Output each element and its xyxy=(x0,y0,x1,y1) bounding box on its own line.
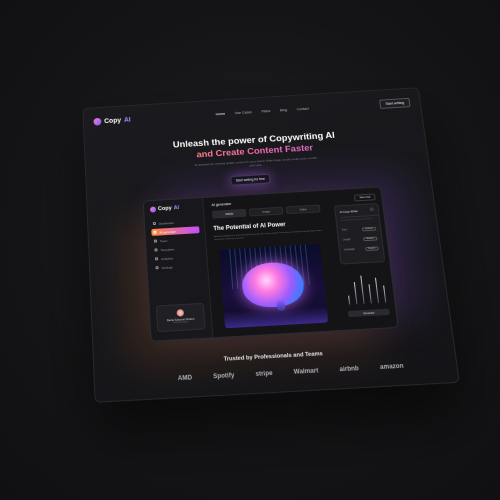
new-chat-button[interactable]: New chat xyxy=(354,193,376,201)
option-label: Length xyxy=(343,238,351,241)
stage: Copy AI Home Use Cases Plans Blog Contac… xyxy=(0,0,500,500)
app-brand-logo[interactable]: Copy AI xyxy=(150,205,179,212)
tab-video[interactable]: Video xyxy=(286,205,321,215)
logo-amazon: amazon xyxy=(380,363,404,371)
nav-link-blog[interactable]: Blog xyxy=(280,108,287,112)
mini-bar-chart xyxy=(346,274,386,305)
chart-bar xyxy=(369,285,372,304)
chart-bar xyxy=(383,285,386,302)
sidebar-item-label: Templates xyxy=(160,247,174,252)
ai-brain-image xyxy=(219,244,328,329)
article-title: The Potential of AI Power xyxy=(213,222,286,232)
chart-bar xyxy=(360,276,364,304)
gear-icon xyxy=(155,266,158,269)
option-value: Medium xyxy=(363,236,377,241)
option-value: English xyxy=(365,246,379,251)
logo-spotify: Spotify xyxy=(213,373,235,381)
nav-links: Home Use Cases Plans Blog Contact xyxy=(216,107,309,116)
template-icon xyxy=(154,248,157,251)
option-label: Language xyxy=(344,248,355,252)
team-icon xyxy=(154,240,157,243)
logo-mark-icon xyxy=(93,118,101,126)
tab-article[interactable]: Article xyxy=(212,209,247,219)
nav-link-contact[interactable]: Contact xyxy=(297,107,309,111)
sidebar-item-analytics[interactable]: Analytics xyxy=(153,253,202,263)
app-brand-name: Copy xyxy=(158,206,172,213)
sparkle-icon xyxy=(153,231,156,234)
nav-link-use-cases[interactable]: Use Cases xyxy=(235,110,252,115)
profile-card[interactable]: Bertie Schumer Rickert bertie@copy.ai xyxy=(156,303,206,332)
panel-title: AI Copy Writer xyxy=(340,209,359,214)
text-line xyxy=(341,218,373,221)
brand-logo[interactable]: Copy AI xyxy=(93,116,130,126)
app-brand-suffix: AI xyxy=(173,205,179,211)
sidebar-item-label: Settings xyxy=(161,265,172,270)
logo-stripe: stripe xyxy=(255,371,273,378)
tab-image[interactable]: Image xyxy=(249,207,284,217)
option-tone[interactable]: Tone Creative xyxy=(342,226,377,233)
start-writing-button[interactable]: Start writing xyxy=(379,98,410,109)
nav-link-home[interactable]: Home xyxy=(216,112,226,116)
option-label: Tone xyxy=(342,228,348,231)
brand-name: Copy xyxy=(104,117,121,124)
option-length[interactable]: Length Medium xyxy=(343,235,378,242)
sidebar-item-settings[interactable]: Settings xyxy=(153,262,202,272)
app-logo-mark-icon xyxy=(150,207,156,213)
assistant-panel-column: New chat AI Copy Writer Tone Creative Len… xyxy=(328,187,397,330)
option-language[interactable]: Language English xyxy=(344,245,379,252)
sidebar-item-label: Team xyxy=(160,238,168,242)
app-main: AI generator Article Image Video The Pot… xyxy=(205,191,339,337)
avatar xyxy=(176,309,184,317)
chart-bar xyxy=(348,295,350,305)
top-nav: Copy AI Home Use Cases Plans Blog Contac… xyxy=(93,96,411,128)
nav-link-plans[interactable]: Plans xyxy=(261,109,270,113)
glow-floor xyxy=(224,306,328,328)
sidebar-item-label: Dashboard xyxy=(159,220,174,225)
content-tabs: Article Image Video xyxy=(212,205,321,219)
hero-cta-button[interactable]: Start writing for free xyxy=(230,174,270,186)
chart-bar xyxy=(375,278,379,303)
assistant-panel: AI Copy Writer Tone Creative Length Medium… xyxy=(334,203,385,265)
generate-button[interactable]: Generate xyxy=(348,309,390,318)
partner-logos: AMD Spotify stripe Walmart airbnb amazon xyxy=(178,363,404,382)
brand-suffix: AI xyxy=(124,116,131,123)
chart-bar xyxy=(354,282,358,304)
app-preview: Copy AI Dashboard AI generator Team Temp… xyxy=(143,186,399,342)
page-title: AI generator xyxy=(211,202,231,207)
dashboard-icon xyxy=(153,222,156,225)
option-value: Creative xyxy=(362,226,377,231)
logo-walmart: Walmart xyxy=(294,368,319,376)
analytics-icon xyxy=(155,257,158,260)
close-icon[interactable] xyxy=(370,207,374,211)
app-sidebar: Copy AI Dashboard AI generator Team Temp… xyxy=(144,198,214,341)
logo-airbnb: airbnb xyxy=(339,366,359,373)
sidebar-item-label: AI generator xyxy=(159,229,176,234)
sidebar-item-label: Analytics xyxy=(161,256,173,261)
logo-amd: AMD xyxy=(178,375,193,382)
landing-page-mockup: Copy AI Home Use Cases Plans Blog Contac… xyxy=(82,87,460,403)
article-body: Artificial intelligence is transforming … xyxy=(214,230,323,242)
